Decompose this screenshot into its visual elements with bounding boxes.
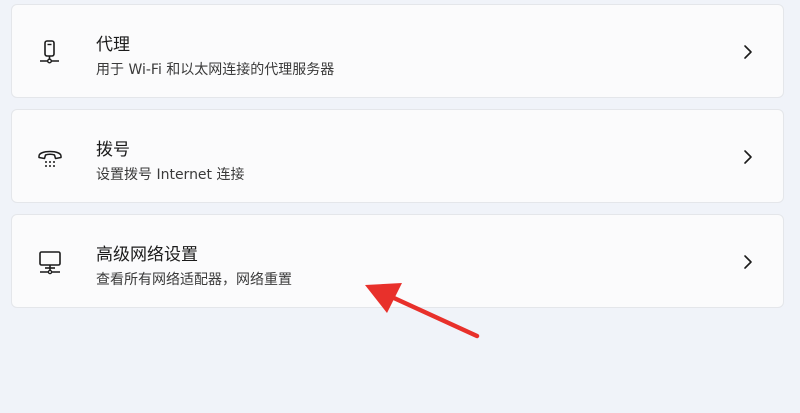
- settings-item-title: 拨号: [96, 140, 130, 160]
- settings-item-dialup[interactable]: 拨号 设置拨号 Internet 连接: [11, 109, 784, 203]
- settings-item-title: 高级网络设置: [96, 245, 198, 265]
- chevron-right-icon: [741, 44, 755, 60]
- proxy-icon: [36, 38, 64, 66]
- chevron-right-icon: [741, 149, 755, 165]
- settings-item-subtitle: 设置拨号 Internet 连接: [96, 167, 245, 183]
- dialup-phone-icon: [36, 143, 64, 171]
- computer-network-icon: [36, 248, 64, 276]
- settings-item-proxy[interactable]: 代理 用于 Wi-Fi 和以太网连接的代理服务器: [11, 4, 784, 98]
- settings-item-subtitle: 查看所有网络适配器，网络重置: [96, 272, 292, 288]
- annotation-arrow-icon: [365, 283, 480, 339]
- settings-item-title: 代理: [96, 35, 130, 55]
- chevron-right-icon: [741, 254, 755, 270]
- settings-item-subtitle: 用于 Wi-Fi 和以太网连接的代理服务器: [96, 62, 335, 78]
